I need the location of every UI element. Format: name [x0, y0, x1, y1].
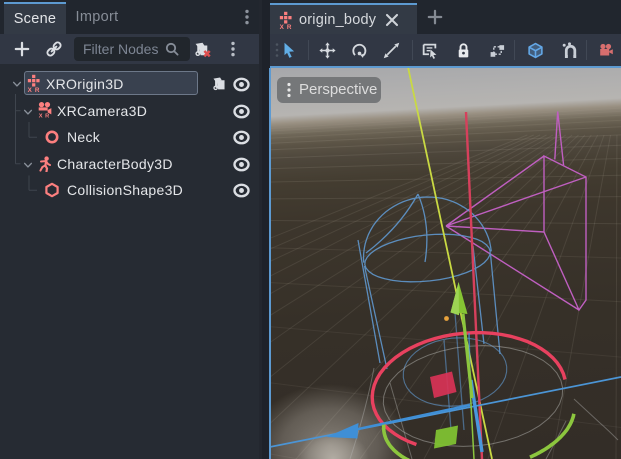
svg-text:X: X — [39, 113, 43, 119]
svg-text:R: R — [45, 113, 49, 119]
svg-text:R: R — [35, 87, 40, 93]
svg-text:X: X — [28, 87, 33, 93]
svg-text:R: R — [287, 24, 292, 30]
svg-text:X: X — [280, 24, 285, 30]
